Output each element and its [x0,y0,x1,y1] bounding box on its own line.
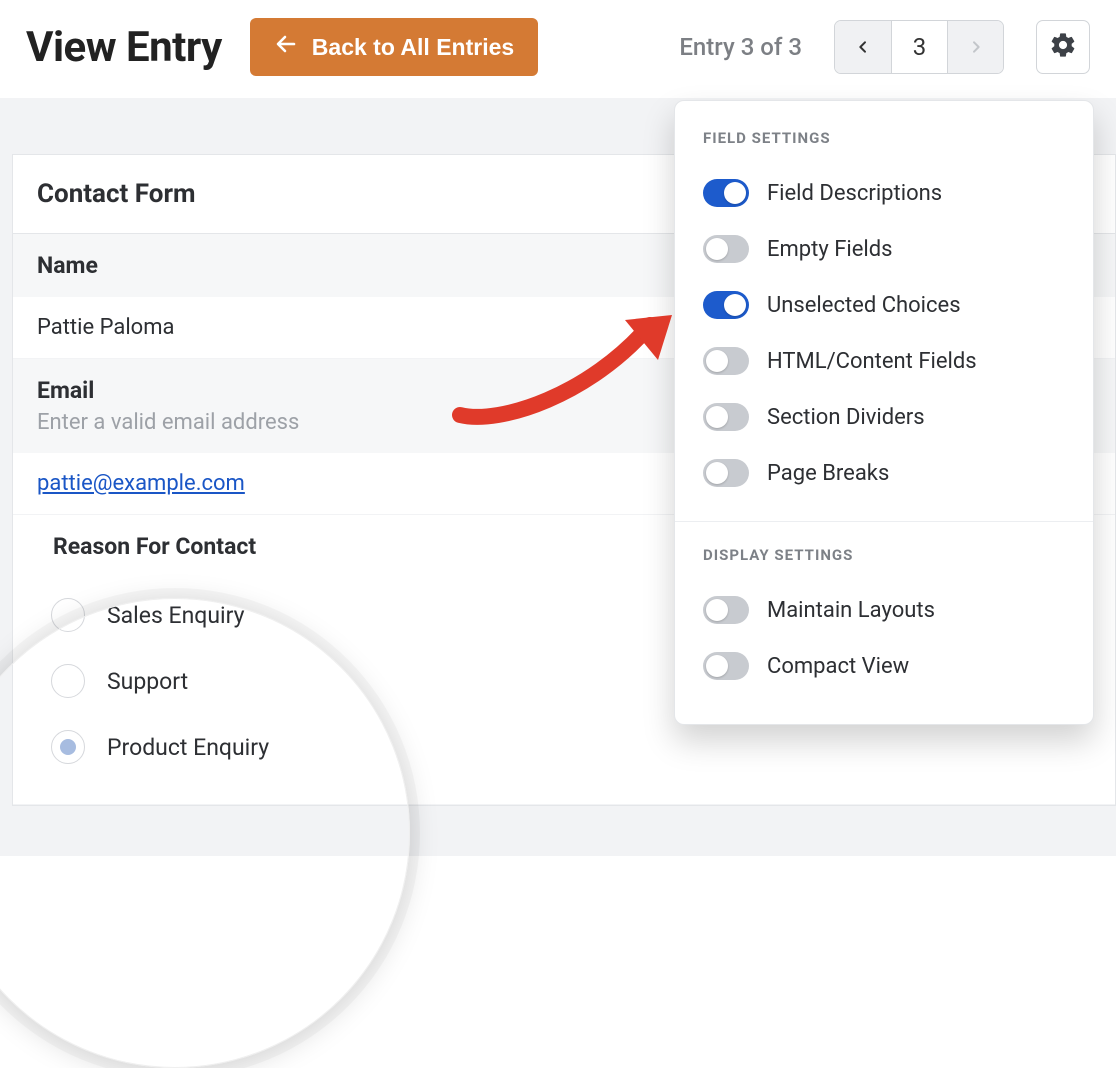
toggle-label: HTML/Content Fields [767,349,977,374]
toggle-label: Compact View [767,654,909,679]
toggle-switch[interactable] [703,347,749,375]
page-title: View Entry [26,23,222,72]
back-to-entries-button[interactable]: Back to All Entries [250,18,538,76]
toggle-switch[interactable] [703,291,749,319]
toggle-label: Maintain Layouts [767,598,935,623]
settings-toggle-row[interactable]: Compact View [675,638,1093,694]
radio-icon [51,598,85,632]
dropdown-section-field: FIELD SETTINGS [675,129,1093,165]
toggle-switch[interactable] [703,596,749,624]
settings-toggle-row[interactable]: Page Breaks [675,445,1093,501]
next-entry-button[interactable] [947,21,1003,73]
toggle-switch[interactable] [703,652,749,680]
choice-label: Sales Enquiry [107,602,245,629]
settings-button[interactable] [1036,20,1090,74]
arrow-left-icon [274,32,298,62]
toggle-label: Empty Fields [767,237,893,262]
toggle-switch[interactable] [703,459,749,487]
email-link[interactable]: pattie@example.com [37,471,245,496]
dropdown-section-display: DISPLAY SETTINGS [675,546,1093,582]
settings-toggle-row[interactable]: Section Dividers [675,389,1093,445]
gear-icon [1049,31,1077,63]
header-right: Entry 3 of 3 3 [679,20,1090,74]
entry-pager: 3 [834,20,1004,74]
toggle-switch[interactable] [703,235,749,263]
current-entry-number: 3 [891,21,947,73]
radio-icon [51,664,85,698]
settings-toggle-row[interactable]: Maintain Layouts [675,582,1093,638]
back-button-label: Back to All Entries [312,34,514,61]
toggle-label: Field Descriptions [767,181,942,206]
toggle-switch[interactable] [703,179,749,207]
settings-toggle-row[interactable]: Field Descriptions [675,165,1093,221]
settings-toggle-row[interactable]: Unselected Choices [675,277,1093,333]
entry-position-text: Entry 3 of 3 [679,33,802,61]
settings-dropdown: FIELD SETTINGS Field Descriptions Empty F… [674,100,1094,725]
settings-toggle-row[interactable]: Empty Fields [675,221,1093,277]
radio-icon [51,730,85,764]
prev-entry-button[interactable] [835,21,891,73]
chevron-right-icon [968,33,984,61]
dropdown-divider [675,521,1093,522]
toggle-label: Unselected Choices [767,293,961,318]
choice-label: Support [107,668,188,695]
header-bar: View Entry Back to All Entries Entry 3 o… [0,0,1116,98]
toggle-label: Page Breaks [767,461,889,486]
toggle-label: Section Dividers [767,405,925,430]
settings-toggle-row[interactable]: HTML/Content Fields [675,333,1093,389]
toggle-switch[interactable] [703,403,749,431]
chevron-left-icon [855,33,871,61]
choice-label: Product Enquiry [107,734,269,761]
